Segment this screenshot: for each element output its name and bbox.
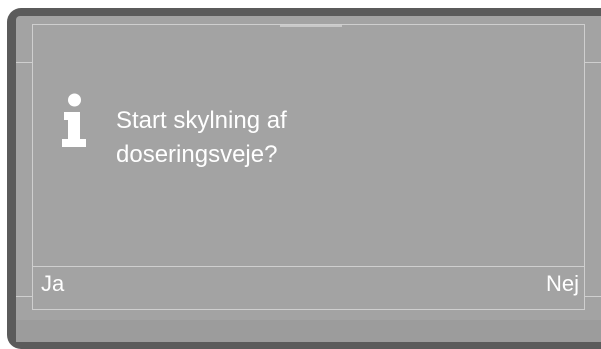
frame-tick-left-top — [16, 62, 32, 63]
info-icon — [62, 93, 86, 147]
frame-tick-left-bottom — [16, 296, 32, 297]
display-bottom-strip — [16, 320, 601, 342]
display-screen — [16, 16, 601, 341]
frame-top-line — [32, 24, 585, 25]
yes-softkey[interactable]: Ja — [41, 270, 64, 298]
softkey-divider — [32, 266, 585, 267]
frame-tick-right-top — [584, 62, 601, 63]
no-softkey[interactable]: Nej — [546, 270, 579, 298]
dialog-message: Start skylning af doseringsveje? — [116, 104, 287, 172]
dialog-message-line2: doseringsveje? — [116, 141, 278, 168]
dialog-message-line1: Start skylning af — [116, 107, 287, 134]
frame-tick-right-bottom — [584, 296, 601, 297]
frame-bottom-line — [32, 309, 585, 310]
